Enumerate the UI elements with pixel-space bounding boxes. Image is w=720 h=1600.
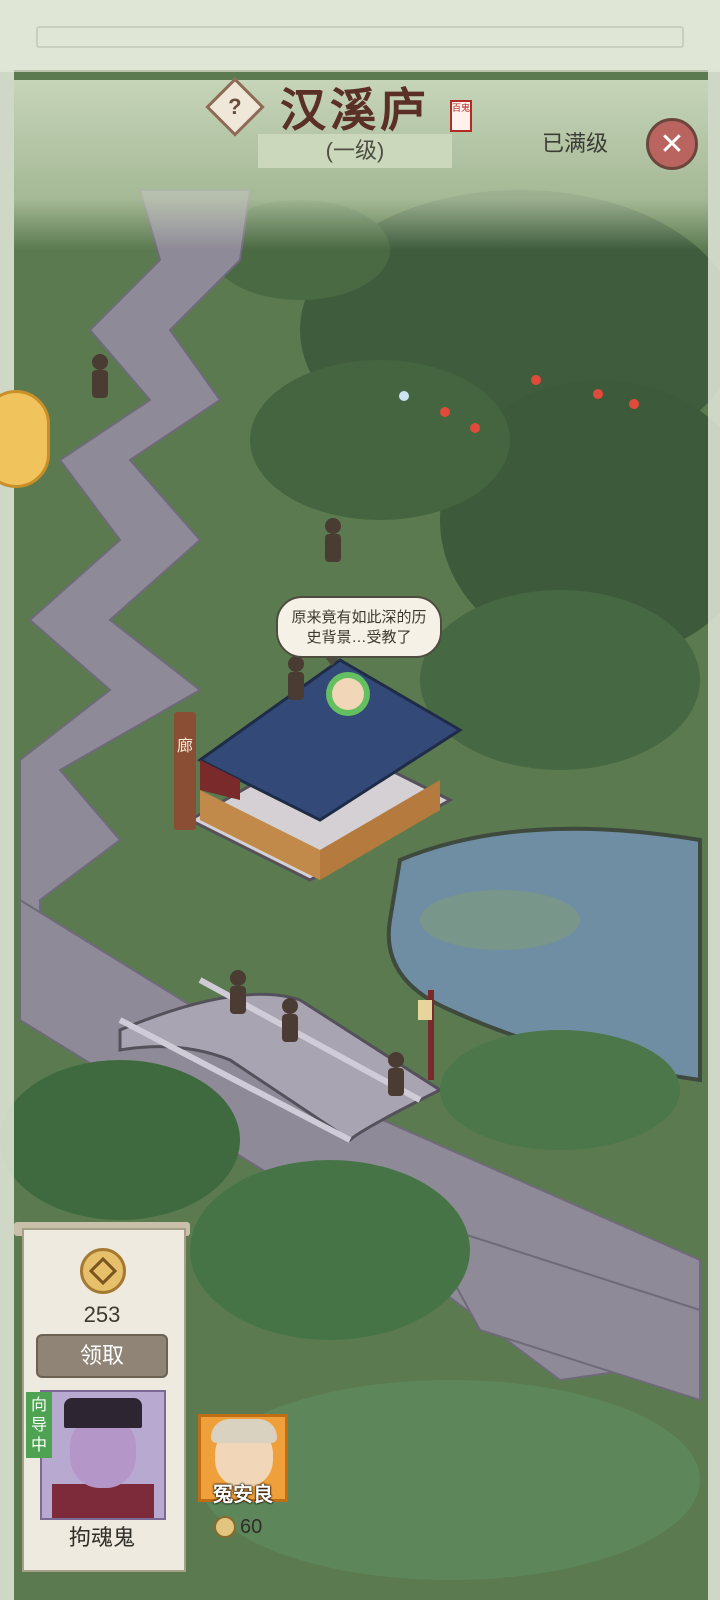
building-level: (一级) [258,134,452,168]
guide-status-tag: 向导中 [26,1392,52,1458]
building-title: 汉溪庐 [280,83,430,137]
guide-portrait[interactable] [40,1390,166,1520]
guide-name: 拘魂鬼 [68,1525,135,1550]
portrait-face [70,1418,136,1488]
worker-hat [211,1419,277,1443]
help-icon: ? [228,93,242,119]
worker-coin-icon [214,1516,236,1538]
building-sign: 廊 [174,712,196,830]
reward-amount: 253 [83,1302,121,1327]
speech-bubble: 原来竟有如此深的历史背景…受教了 [276,596,442,666]
side-coin-icon[interactable] [0,390,50,488]
portrait-hat [64,1398,142,1428]
right-frame [708,70,720,1600]
seal-stamp: 百鬼 [450,100,472,132]
close-button[interactable]: ✕ [646,118,698,170]
worker-cost: 60 [240,1516,263,1538]
left-frame [0,70,14,1600]
top-frame [0,0,720,72]
claim-button[interactable]: 领取 [36,1334,168,1378]
visitor-highlight[interactable] [326,672,370,716]
portrait-robe [52,1484,154,1518]
max-level-badge: 已满级 [530,122,620,166]
worker-name: 冤安良 [213,1484,273,1506]
close-icon: ✕ [659,127,685,161]
coin-icon [80,1248,126,1294]
top-frame-inner [36,26,684,48]
